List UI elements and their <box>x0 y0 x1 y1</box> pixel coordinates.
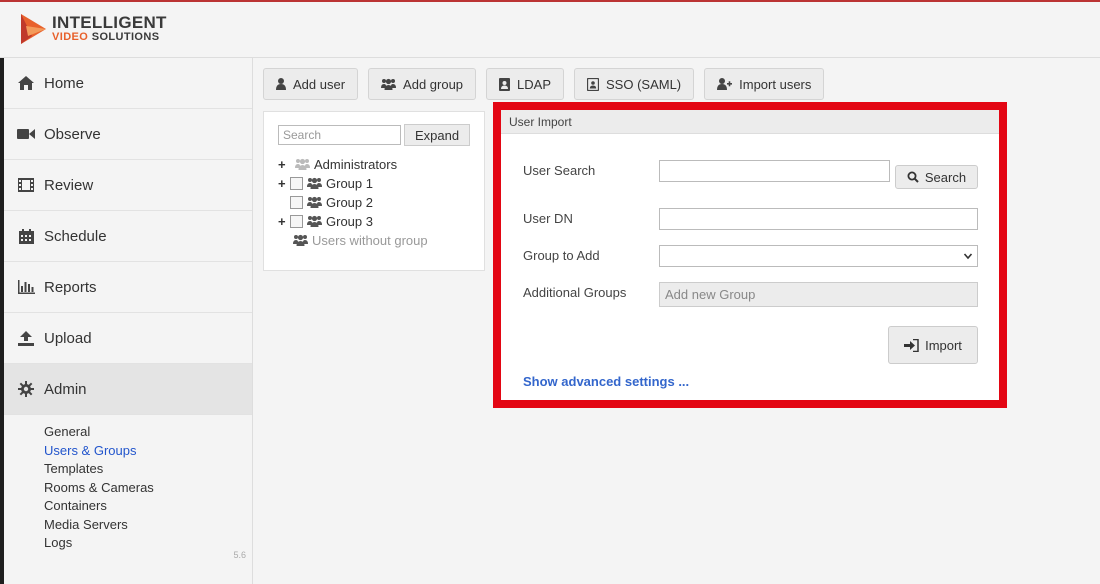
add-group-label: Add group <box>403 76 464 92</box>
upload-icon <box>16 330 36 346</box>
import-users-label: Import users <box>739 76 812 92</box>
tree-node-group-2[interactable]: Group 2 <box>278 193 373 211</box>
toolbar: Add user Add group LDAP SSO (SAML) Impor… <box>263 68 834 100</box>
brand-logo[interactable]: INTELLIGENT VIDEO SOLUTIONS <box>18 14 167 46</box>
import-button[interactable]: Import <box>888 326 978 364</box>
id-card-icon <box>587 77 600 91</box>
subnav-general[interactable]: General <box>44 423 252 442</box>
additional-groups-label: Additional Groups <box>523 285 627 300</box>
user-search-label: User Search <box>523 163 596 178</box>
sidebar-item-label: Schedule <box>44 227 107 245</box>
search-icon <box>907 171 919 183</box>
user-import-panel: User Import User Search Search User DN G… <box>493 102 1007 408</box>
additional-groups-field[interactable]: Add new Group <box>659 282 978 307</box>
tree-node-label: Users without group <box>312 232 428 248</box>
sidebar-item-label: Home <box>44 74 85 92</box>
brand-line2-word1: VIDEO <box>52 31 89 43</box>
address-book-icon <box>499 77 511 91</box>
search-button-label: Search <box>924 169 967 185</box>
import-button-label: Import <box>925 337 962 353</box>
video-camera-icon <box>16 128 36 140</box>
user-search-input[interactable] <box>659 160 890 182</box>
add-user-button[interactable]: Add user <box>263 68 359 100</box>
sidebar-item-label: Upload <box>44 329 92 347</box>
calendar-icon <box>16 228 36 244</box>
group-checkbox[interactable] <box>290 214 303 228</box>
sidebar-item-admin[interactable]: Admin <box>4 364 252 415</box>
group-tree-panel: Expand + Administrators + Group 1 Group … <box>263 111 485 271</box>
chevron-down-icon <box>963 249 973 264</box>
home-icon <box>16 76 36 90</box>
brand-line2-word2: SOLUTIONS <box>91 31 160 43</box>
sidebar-item-label: Admin <box>44 380 87 398</box>
sidebar-item-home[interactable]: Home <box>4 58 252 109</box>
group-checkbox[interactable] <box>290 176 303 190</box>
add-user-label: Add user <box>293 76 346 92</box>
subnav-logs[interactable]: Logs <box>44 534 252 553</box>
ldap-label: LDAP <box>517 76 552 92</box>
version-label: 5.6 <box>233 550 246 560</box>
users-icon <box>307 196 322 208</box>
ldap-button[interactable]: LDAP <box>486 68 565 100</box>
users-icon <box>307 215 322 227</box>
import-users-button[interactable]: Import users <box>704 68 825 100</box>
sidebar-item-label: Reports <box>44 278 97 296</box>
gear-icon <box>16 381 36 397</box>
user-import-title: User Import <box>501 110 999 134</box>
tree-node-label: Group 3 <box>326 213 373 229</box>
tree-node-administrators[interactable]: + Administrators <box>278 155 397 173</box>
subnav-rooms-cameras[interactable]: Rooms & Cameras <box>44 479 252 498</box>
sidebar-item-label: Review <box>44 176 94 194</box>
sso-saml-label: SSO (SAML) <box>606 76 682 92</box>
user-icon <box>276 78 286 90</box>
add-group-button[interactable]: Add group <box>368 68 477 100</box>
tree-node-label: Group 2 <box>326 194 373 210</box>
sidebar-item-label: Observe <box>44 125 101 143</box>
subnav-templates[interactable]: Templates <box>44 460 252 479</box>
user-dn-label: User DN <box>523 211 573 226</box>
tree-node-label: Administrators <box>314 156 398 172</box>
group-checkbox[interactable] <box>290 195 303 209</box>
group-to-add-select[interactable] <box>659 245 978 267</box>
users-icon <box>293 234 308 246</box>
group-to-add-label: Group to Add <box>523 248 600 263</box>
user-dn-input[interactable] <box>659 208 978 230</box>
tree-node-label: Group 1 <box>326 175 373 191</box>
expand-button[interactable]: Expand <box>404 124 470 146</box>
sidebar-item-schedule[interactable]: Schedule <box>4 211 252 262</box>
subnav-media-servers[interactable]: Media Servers <box>44 516 252 535</box>
tree-node-users-without-group[interactable]: Users without group <box>293 231 428 249</box>
tree-node-group-1[interactable]: + Group 1 <box>278 174 373 192</box>
subnav-containers[interactable]: Containers <box>44 497 252 516</box>
expand-plus-icon[interactable]: + <box>278 214 290 229</box>
sidebar-item-review[interactable]: Review <box>4 160 252 211</box>
sso-saml-button[interactable]: SSO (SAML) <box>574 68 695 100</box>
sidebar-item-upload[interactable]: Upload <box>4 313 252 364</box>
top-bar: INTELLIGENT VIDEO SOLUTIONS <box>0 0 1100 58</box>
sidebar-item-reports[interactable]: Reports <box>4 262 252 313</box>
users-icon <box>307 177 322 189</box>
tree-search-input[interactable] <box>278 125 401 145</box>
users-icon <box>381 78 397 90</box>
bar-chart-icon <box>16 280 36 294</box>
subnav-users-groups[interactable]: Users & Groups <box>44 442 252 461</box>
sidebar-item-observe[interactable]: Observe <box>4 109 252 160</box>
show-advanced-settings-link[interactable]: Show advanced settings ... <box>523 374 689 389</box>
film-icon <box>16 178 36 192</box>
main-content: Add user Add group LDAP SSO (SAML) Impor… <box>253 58 1100 584</box>
sidebar: Home Observe Review Schedule Reports Upl… <box>4 58 253 584</box>
admin-subnav: General Users & Groups Templates Rooms &… <box>4 415 252 553</box>
user-plus-icon <box>717 78 733 90</box>
expand-plus-icon[interactable]: + <box>278 176 290 191</box>
sign-in-icon <box>904 338 919 352</box>
search-button[interactable]: Search <box>895 165 978 189</box>
brand-line1: INTELLIGENT <box>52 13 167 32</box>
tree-node-group-3[interactable]: + Group 3 <box>278 212 373 230</box>
logo-mark-icon <box>18 14 48 46</box>
expand-plus-icon[interactable]: + <box>278 157 290 172</box>
users-icon <box>295 158 310 170</box>
